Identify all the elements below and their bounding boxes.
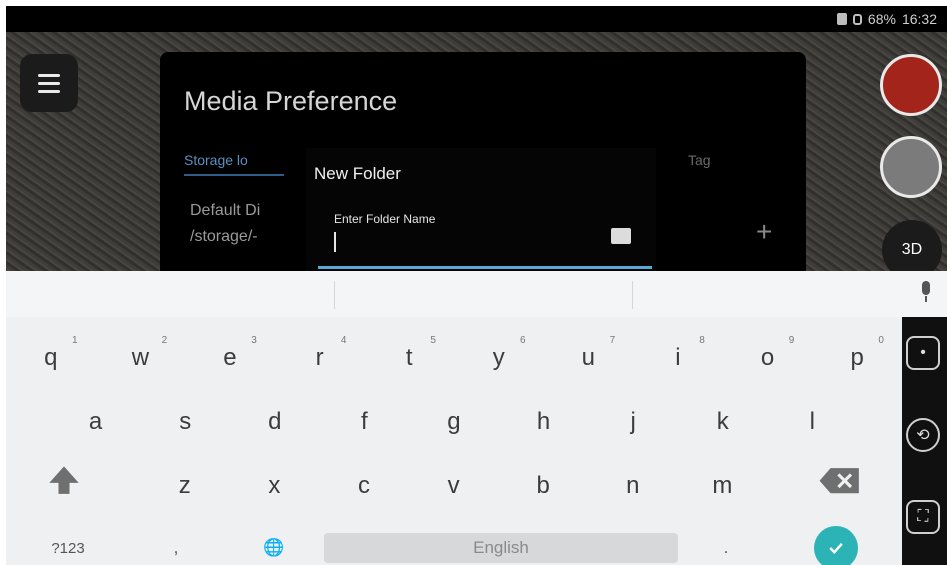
key-o[interactable]: o9 [723, 327, 813, 389]
key-j[interactable]: j [588, 391, 678, 453]
key-p[interactable]: p0 [812, 327, 902, 389]
record-button[interactable] [880, 54, 942, 116]
status-icons: 68% 16:32 [836, 11, 937, 27]
dialog-title: New Folder [314, 164, 401, 183]
plus-icon[interactable]: + [756, 216, 772, 248]
space-key[interactable]: English [324, 533, 678, 563]
key-q[interactable]: q1 [6, 327, 96, 389]
key-w[interactable]: w2 [96, 327, 186, 389]
key-i[interactable]: i8 [633, 327, 723, 389]
clock: 16:32 [901, 11, 937, 27]
key-v[interactable]: v [409, 455, 499, 517]
camera-screen: 68% 16:32 3D • ⟲ ⛶ Media Preference Stor… [6, 6, 947, 565]
key-g[interactable]: g [409, 391, 499, 453]
new-folder-dialog: New Folder Enter Folder Name [306, 148, 656, 272]
globe-icon: 🌐 [263, 538, 285, 557]
key-k[interactable]: k [678, 391, 768, 453]
shift-key[interactable] [42, 461, 86, 501]
key-a[interactable]: a [51, 391, 141, 453]
symbols-key[interactable]: ?123 [36, 533, 100, 563]
keyboard-row-2: a s d f g h j k l [51, 391, 947, 453]
key-y[interactable]: y6 [454, 327, 544, 389]
panel-title: Media Preference [184, 86, 398, 116]
key-r[interactable]: r4 [275, 327, 365, 389]
comma-key[interactable]: , [156, 533, 196, 563]
suggestion-divider [334, 281, 335, 309]
mic-icon[interactable] [920, 281, 932, 303]
period-key[interactable]: . [706, 533, 746, 563]
backspace-key[interactable] [818, 461, 862, 501]
tab-storage[interactable]: Storage lo [184, 152, 284, 176]
shift-icon [49, 466, 79, 494]
key-x[interactable]: x [230, 455, 320, 517]
sim-icon [836, 13, 847, 25]
key-u[interactable]: u7 [544, 327, 634, 389]
backspace-icon [819, 468, 859, 494]
enter-key[interactable] [814, 526, 858, 565]
key-l[interactable]: l [768, 391, 858, 453]
checkmark-icon [829, 542, 843, 554]
key-n[interactable]: n [588, 455, 678, 517]
keyboard-icon[interactable] [611, 228, 631, 244]
key-b[interactable]: b [498, 455, 588, 517]
default-directory-label: Default Di [190, 202, 261, 219]
menu-button[interactable] [20, 54, 78, 112]
directory-path: /storage/- [190, 228, 258, 245]
key-s[interactable]: s [140, 391, 230, 453]
soft-keyboard: q1 w2 e3 r4 t5 y6 u7 i8 o9 p0 a s d f g … [6, 271, 947, 565]
focus-icon[interactable]: • [906, 336, 940, 370]
status-bar: 68% 16:32 [6, 6, 947, 32]
suggestion-bar [6, 271, 947, 317]
key-m[interactable]: m [678, 455, 768, 517]
tab-tag[interactable]: Tag [688, 152, 711, 168]
key-h[interactable]: h [499, 391, 589, 453]
folder-name-label: Enter Folder Name [334, 212, 436, 226]
key-f[interactable]: f [320, 391, 410, 453]
folder-name-input[interactable] [334, 232, 336, 252]
key-e[interactable]: e3 [185, 327, 275, 389]
keyboard-row-1: q1 w2 e3 r4 t5 y6 u7 i8 o9 p0 [6, 327, 902, 389]
language-key[interactable]: 🌐 [254, 533, 294, 563]
lock-icon [852, 13, 862, 25]
input-underline [318, 266, 652, 269]
battery-level: 68% [867, 11, 896, 27]
key-z[interactable]: z [140, 455, 230, 517]
key-c[interactable]: c [319, 455, 409, 517]
suggestion-divider [632, 281, 633, 309]
shutter-button[interactable] [880, 136, 942, 198]
key-t[interactable]: t5 [364, 327, 454, 389]
key-d[interactable]: d [230, 391, 320, 453]
menu-icon [38, 73, 60, 77]
3d-label: 3D [901, 241, 923, 258]
